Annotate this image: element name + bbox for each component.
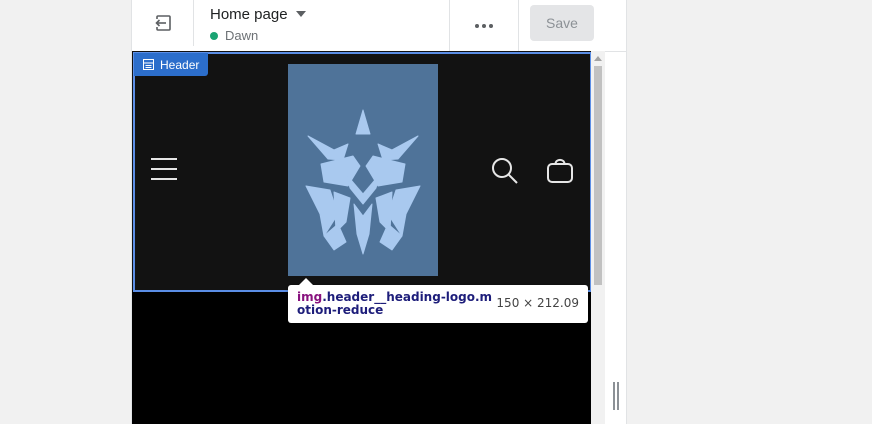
tooltip-element-tag: img — [297, 290, 323, 304]
search-icon — [492, 158, 518, 184]
caret-down-icon — [295, 11, 306, 17]
save-button-label: Save — [546, 15, 578, 31]
tooltip-dimensions: 150 × 212.09 — [496, 296, 579, 310]
save-button[interactable]: Save — [530, 5, 594, 41]
cart-button[interactable] — [546, 156, 574, 184]
section-tag[interactable]: Header — [134, 53, 209, 76]
theme-indicator: Dawn — [210, 28, 258, 43]
exit-icon — [154, 15, 171, 31]
scroll-up-icon[interactable] — [594, 56, 602, 61]
preview-scrollbar[interactable] — [591, 51, 605, 424]
theme-name: Dawn — [225, 28, 259, 43]
panel-resize-handle[interactable] — [612, 382, 621, 410]
tooltip-selector: img.header__heading-logo.motion-reduce — [297, 291, 497, 317]
tooltip-arrow — [299, 278, 313, 285]
search-button[interactable] — [491, 157, 519, 185]
element-inspector-tooltip: img.header__heading-logo.motion-reduce 1… — [288, 278, 588, 323]
editor-topbar: Home page Dawn Save — [132, 0, 626, 52]
section-icon — [143, 59, 154, 70]
theme-preview: Header img.header__heading-logo.motion-r… — [132, 51, 591, 424]
section-tag-label: Header — [160, 57, 200, 72]
scrollbar-thumb[interactable] — [594, 66, 602, 285]
exit-button[interactable] — [132, 0, 194, 46]
ellipsis-icon — [475, 23, 493, 28]
tooltip-element-classes: .header__heading-logo.motion-reduce — [297, 290, 493, 317]
more-actions-button[interactable] — [449, 0, 519, 51]
header-section[interactable]: Header — [132, 51, 591, 292]
editor-panel: Home page Dawn Save Header img.header__h… — [131, 0, 627, 424]
menu-button[interactable] — [150, 157, 178, 181]
page-selector[interactable]: Home page — [210, 4, 306, 24]
page-selector-label: Home page — [210, 5, 288, 23]
brand-logo-image — [288, 64, 438, 276]
header-logo[interactable] — [288, 64, 438, 276]
theme-status-dot — [210, 31, 218, 40]
cart-icon — [547, 158, 573, 183]
hamburger-menu-icon — [151, 158, 177, 180]
